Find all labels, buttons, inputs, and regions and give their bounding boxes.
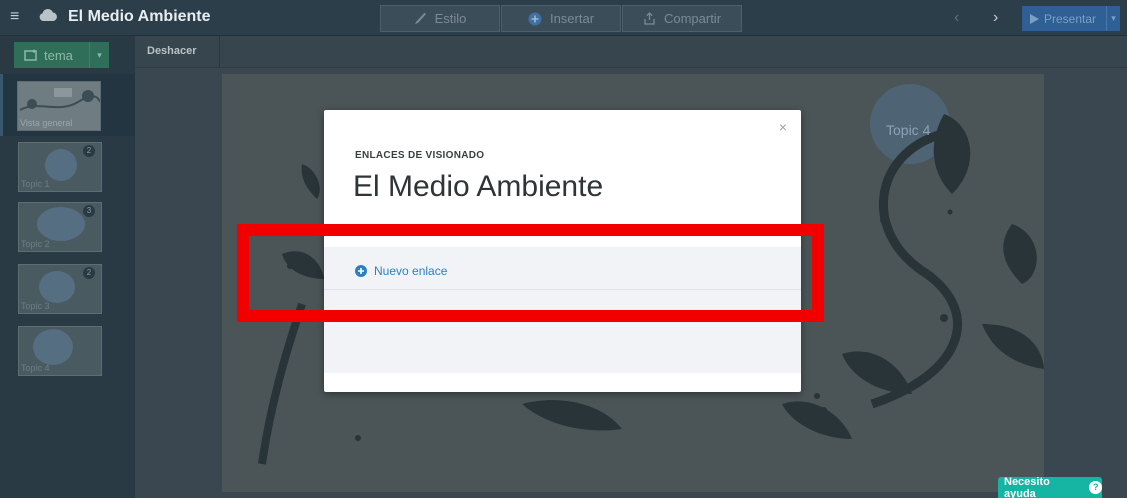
dialog-title: El Medio Ambiente	[353, 170, 604, 203]
topic-add-icon	[24, 49, 37, 61]
topic-label: Topic 1	[21, 179, 50, 189]
present-dropdown-icon[interactable]: ▾	[1106, 6, 1120, 31]
next-arrow-icon[interactable]: ›	[993, 9, 998, 27]
close-icon[interactable]: ×	[779, 120, 787, 134]
tema-button[interactable]: tema ▾	[14, 42, 109, 68]
present-button[interactable]: Presentar ▾	[1022, 6, 1120, 31]
cloud-icon[interactable]	[38, 8, 58, 27]
topic-label: Topic 3	[21, 301, 50, 311]
brush-icon	[414, 12, 426, 24]
highlight-box	[237, 224, 824, 322]
insert-button-label: Insertar	[549, 11, 595, 26]
undo-button[interactable]: Deshacer	[147, 45, 197, 57]
help-button[interactable]: Necesito ayuda ?	[998, 475, 1102, 498]
top-bar: ≡ El Medio Ambiente Estilo Insertar Comp…	[0, 0, 1127, 36]
tema-button-label: tema	[44, 47, 73, 63]
divider	[219, 36, 220, 68]
dialog-kicker: ENLACES DE VISIONADO	[355, 150, 485, 161]
share-icon	[644, 12, 655, 25]
hamburger-menu-icon[interactable]: ≡	[10, 9, 26, 25]
help-button-label: Necesito ayuda	[1004, 475, 1050, 498]
share-button-label: Compartir	[663, 11, 722, 26]
insert-button[interactable]: Insertar	[501, 5, 621, 32]
topic-thumbnail[interactable]: 2 Topic 3	[18, 264, 102, 314]
play-icon	[1030, 13, 1039, 24]
canvas-topic-label: Topic 4	[886, 122, 931, 138]
style-button[interactable]: Estilo	[380, 5, 500, 32]
overview-thumbnail[interactable]: Vista general	[17, 81, 101, 131]
sub-toolbar: Deshacer	[135, 36, 1127, 68]
sidebar: tema ▾ Vista general 2 Topic 1 3 Topic 2…	[0, 36, 135, 498]
share-button[interactable]: Compartir	[622, 5, 742, 32]
present-button-label: Presentar	[1044, 11, 1097, 26]
topic-count-badge: 3	[83, 205, 95, 217]
topic-label: Topic 4	[21, 363, 50, 373]
overview-label: Vista general	[20, 118, 73, 128]
topic-thumbnail[interactable]: Topic 4	[18, 326, 102, 376]
tema-dropdown-icon[interactable]: ▾	[89, 42, 109, 68]
topic-thumbnail[interactable]: 3 Topic 2	[18, 202, 102, 252]
help-icon: ?	[1089, 481, 1102, 494]
plus-circle-icon	[528, 12, 542, 25]
topic-label: Topic 2	[21, 239, 50, 249]
style-button-label: Estilo	[434, 11, 467, 26]
topic-count-badge: 2	[83, 145, 95, 157]
app-title: El Medio Ambiente	[68, 8, 211, 25]
previous-arrow-icon[interactable]: ‹	[954, 9, 959, 27]
topic-thumbnail[interactable]: 2 Topic 1	[18, 142, 102, 192]
topic-count-badge: 2	[83, 267, 95, 279]
overview-panel: Vista general	[0, 74, 135, 136]
